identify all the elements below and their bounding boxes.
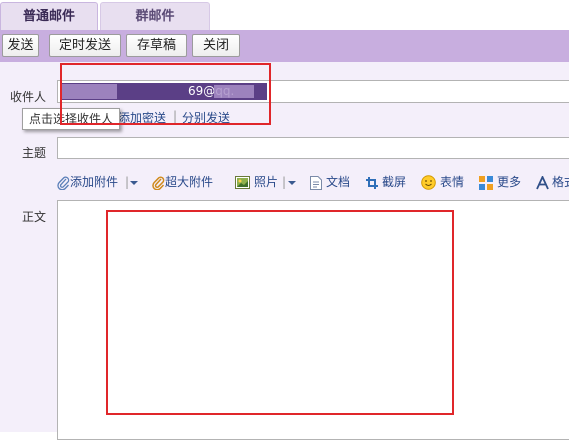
tab-bar: 普通邮件 群邮件	[0, 0, 569, 30]
body-label: 正文	[22, 210, 47, 224]
paperclip-icon	[57, 176, 70, 190]
photo-icon	[235, 176, 250, 189]
save-draft-button[interactable]: 存草稿	[126, 34, 187, 57]
photo-button[interactable]: 照片	[235, 174, 278, 190]
tab-group-mail[interactable]: 群邮件	[100, 2, 210, 30]
close-button[interactable]: 关闭	[192, 34, 240, 57]
toolbar-divider: |	[282, 175, 287, 189]
chevron-down-icon	[130, 180, 138, 185]
scheduled-send-button[interactable]: 定时发送	[49, 34, 121, 57]
tab-normal-mail[interactable]: 普通邮件	[0, 2, 98, 30]
annotation-box-recipient	[60, 63, 271, 125]
font-format-icon	[536, 175, 549, 189]
add-attachment-dropdown[interactable]	[129, 174, 139, 190]
document-icon	[310, 175, 322, 190]
recipient-label: 收件人	[10, 90, 47, 104]
send-button[interactable]: 发送	[2, 34, 39, 57]
large-paperclip-icon	[152, 175, 165, 190]
document-button[interactable]: 文档	[310, 174, 350, 190]
more-button[interactable]: 更多	[479, 174, 521, 190]
smiley-icon	[421, 175, 436, 190]
subject-input[interactable]	[57, 137, 569, 159]
format-button[interactable]: 格式	[536, 174, 569, 190]
chevron-down-icon	[288, 180, 296, 185]
add-attachment-button[interactable]: 添加附件	[57, 174, 118, 190]
toolbar: 发送 定时发送 存草稿 关闭	[0, 30, 569, 62]
grid-icon	[479, 175, 493, 190]
large-attachment-button[interactable]: 超大附件	[152, 174, 213, 190]
screenshot-button[interactable]: 截屏	[365, 174, 406, 190]
emoji-button[interactable]: 表情	[421, 174, 464, 190]
subject-label: 主题	[22, 146, 47, 160]
scissors-icon	[366, 176, 378, 189]
annotation-box-body	[106, 210, 454, 415]
photo-dropdown[interactable]	[287, 174, 297, 190]
